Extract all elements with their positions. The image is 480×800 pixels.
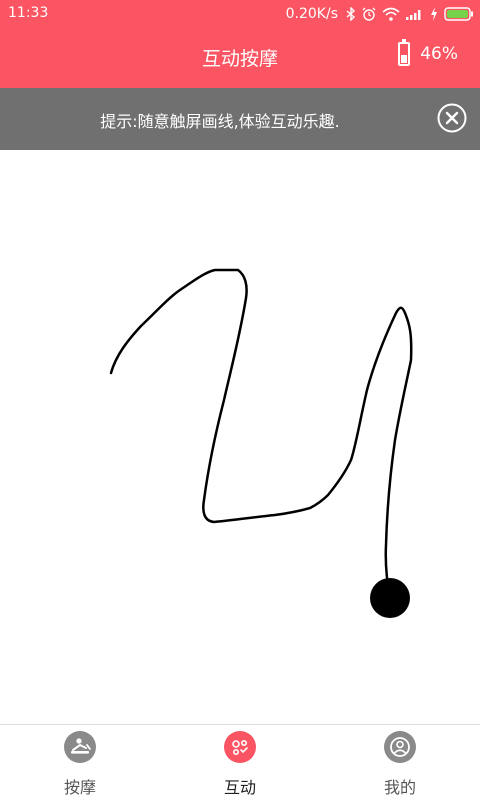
network-speed: 0.20K/s — [285, 6, 338, 22]
nav-item-profile[interactable]: 我的 — [320, 725, 480, 800]
nav-label-interact: 互动 — [223, 778, 256, 797]
drawn-line — [109, 268, 413, 600]
bluetooth-icon — [346, 5, 356, 23]
signal-icon — [406, 5, 424, 23]
app-header: 互动按摩 46% — [0, 28, 480, 88]
drawing-canvas[interactable] — [0, 150, 480, 724]
close-icon[interactable] — [437, 103, 467, 133]
nav-item-massage[interactable]: 按摩 — [0, 725, 160, 800]
status-bar: 11:33 0.20K/s — [0, 0, 480, 28]
profile-icon — [384, 731, 416, 763]
drawing-svg — [109, 268, 413, 618]
draw-cursor-dot[interactable] — [370, 578, 410, 618]
massage-icon — [64, 731, 96, 763]
tip-banner: 提示:随意触屏画线,体验互动乐趣. — [0, 88, 480, 150]
alarm-icon — [362, 5, 376, 23]
device-battery: 46% — [398, 39, 458, 66]
battery-icon — [444, 5, 474, 23]
device-battery-percent: 46% — [420, 44, 458, 64]
wifi-icon — [382, 5, 400, 23]
status-icons: 0.20K/s — [286, 4, 474, 24]
nav-label-massage: 按摩 — [63, 778, 96, 797]
interact-icon — [224, 731, 256, 763]
bottom-nav: 按摩 互动 我的 — [0, 724, 480, 800]
nav-item-interact[interactable]: 互动 — [160, 725, 320, 800]
device-battery-icon — [398, 39, 411, 66]
status-time: 11:33 — [8, 5, 49, 21]
app-screen: 11:33 0.20K/s 互动 按摩 46% 提示:随意触屏画线,体验互动乐趣.… — [0, 0, 480, 800]
device-battery-fill — [401, 55, 408, 63]
tip-text: 提示:随意触屏画线,体验互动乐趣. — [100, 112, 340, 131]
nav-label-profile: 我的 — [383, 778, 416, 797]
charging-icon — [430, 5, 438, 23]
